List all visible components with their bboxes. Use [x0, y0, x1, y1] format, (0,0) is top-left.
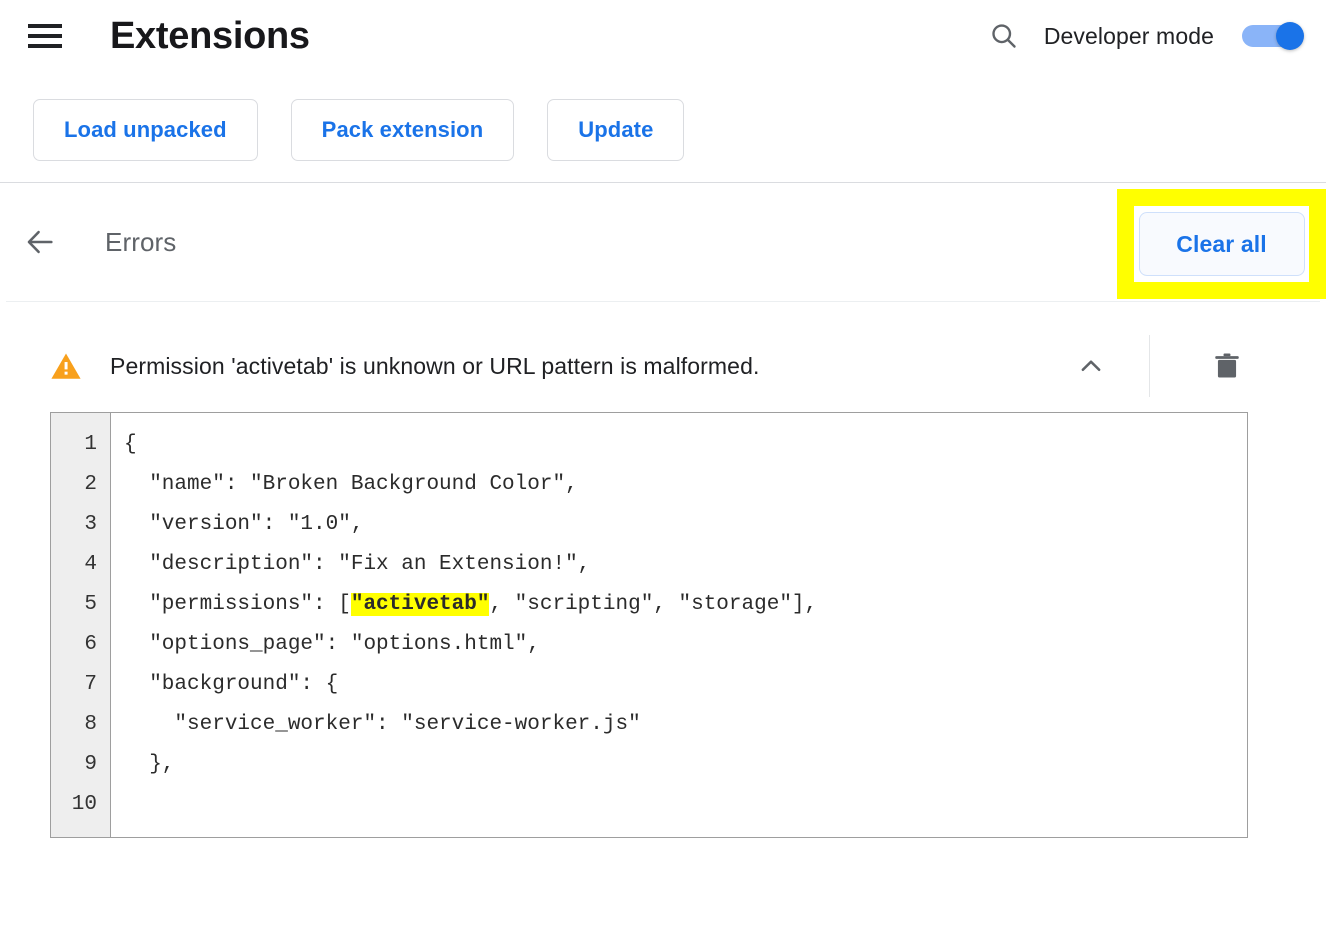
error-summary-row: Permission 'activetab' is unknown or URL… [0, 328, 1326, 404]
developer-mode-toggle[interactable] [1242, 22, 1304, 50]
hamburger-bar [28, 34, 62, 38]
code-line: "name": "Broken Background Color", [124, 473, 578, 496]
code-line: "version": "1.0", [124, 513, 364, 536]
line-number: 7 [84, 673, 97, 696]
pack-extension-button[interactable]: Pack extension [290, 99, 515, 161]
code-line: "permissions": ["activetab", "scripting"… [124, 593, 818, 616]
line-number: 9 [84, 753, 97, 776]
line-number: 1 [84, 433, 97, 456]
toggle-knob [1276, 22, 1304, 50]
clear-all-button[interactable]: Clear all [1138, 212, 1305, 276]
line-number: 6 [84, 633, 97, 656]
extensions-toolbar: Load unpacked Pack extension Update [0, 72, 1326, 182]
code-content: { "name": "Broken Background Color", "ve… [111, 413, 1247, 837]
manifest-code-viewer[interactable]: 1 2 3 4 5 6 7 8 9 10 { "name": "Broken B… [50, 412, 1248, 838]
load-unpacked-button[interactable]: Load unpacked [33, 99, 258, 161]
code-line: "background": { [124, 673, 339, 696]
error-message: Permission 'activetab' is unknown or URL… [110, 352, 760, 379]
errors-header: Errors Clear all [0, 183, 1326, 301]
line-number: 3 [84, 513, 97, 536]
highlighted-token: "activetab" [350, 593, 490, 616]
code-line: "service_worker": "service-worker.js" [124, 713, 641, 736]
update-button[interactable]: Update [547, 99, 685, 161]
errors-title: Errors [105, 226, 177, 257]
hamburger-bar [28, 44, 62, 48]
developer-mode-label: Developer mode [1043, 22, 1214, 49]
back-arrow-icon[interactable] [18, 220, 62, 264]
top-bar: Extensions Developer mode [0, 0, 1326, 72]
line-number: 2 [84, 473, 97, 496]
hamburger-menu-icon[interactable] [28, 19, 62, 53]
chevron-up-icon[interactable] [1063, 338, 1119, 394]
line-number: 10 [71, 793, 97, 816]
trash-icon[interactable] [1188, 338, 1266, 394]
page-title: Extensions [110, 15, 310, 57]
warning-triangle-icon [48, 348, 84, 384]
hamburger-bar [28, 24, 62, 28]
clear-all-highlight-box: Clear all [1117, 189, 1326, 299]
code-line: "options_page": "options.html", [124, 633, 540, 656]
controls-divider [1149, 335, 1150, 397]
search-icon[interactable] [984, 16, 1024, 56]
error-row-controls [1063, 328, 1326, 404]
line-number: 4 [84, 553, 97, 576]
code-line: }, [124, 753, 175, 776]
line-number: 5 [84, 593, 97, 616]
code-gutter: 1 2 3 4 5 6 7 8 9 10 [51, 413, 111, 837]
code-line: { [124, 433, 137, 456]
error-item: Permission 'activetab' is unknown or URL… [0, 302, 1326, 838]
code-line: "description": "Fix an Extension!", [124, 553, 591, 576]
line-number: 8 [84, 713, 97, 736]
top-bar-right-group: Developer mode [984, 16, 1304, 56]
